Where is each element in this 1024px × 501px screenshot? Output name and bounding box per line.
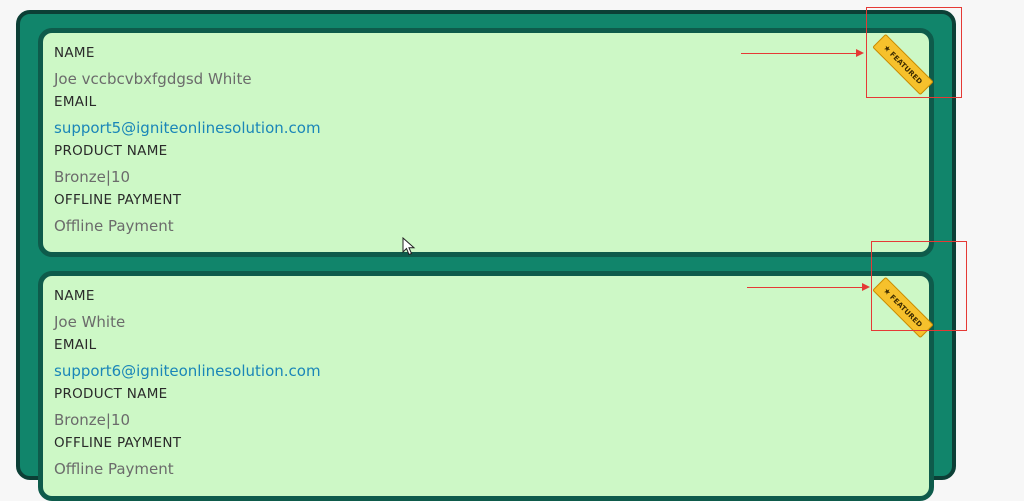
mouse-cursor-icon	[402, 237, 416, 256]
product-name-label: PRODUCT NAME	[54, 386, 168, 402]
offline-payment-value: Offline Payment	[54, 460, 174, 478]
annotation-arrowhead-2	[862, 283, 870, 291]
offline-payment-value: Offline Payment	[54, 217, 174, 235]
email-link[interactable]: support6@igniteonlinesolution.com	[54, 361, 929, 381]
annotation-highlight-box-2	[871, 241, 967, 331]
annotation-arrow-line-1	[741, 53, 857, 54]
name-label: NAME	[54, 288, 95, 304]
listing-card-1[interactable]: NAME Joe vccbcvbxfgdgsd White EMAIL supp…	[38, 28, 934, 257]
annotation-arrow-line-2	[747, 287, 863, 288]
product-name-label: PRODUCT NAME	[54, 143, 168, 159]
annotation-highlight-box-1	[866, 7, 962, 98]
name-value: Joe White	[54, 313, 126, 331]
product-name-value: Bronze|10	[54, 168, 131, 186]
email-label: EMAIL	[54, 94, 97, 110]
offline-payment-label: OFFLINE PAYMENT	[54, 192, 182, 208]
email-label: EMAIL	[54, 337, 97, 353]
email-link[interactable]: support5@igniteonlinesolution.com	[54, 118, 929, 138]
name-value: Joe vccbcvbxfgdgsd White	[54, 70, 252, 88]
annotation-arrowhead-1	[856, 49, 864, 57]
product-name-value: Bronze|10	[54, 411, 131, 429]
offline-payment-label: OFFLINE PAYMENT	[54, 435, 182, 451]
